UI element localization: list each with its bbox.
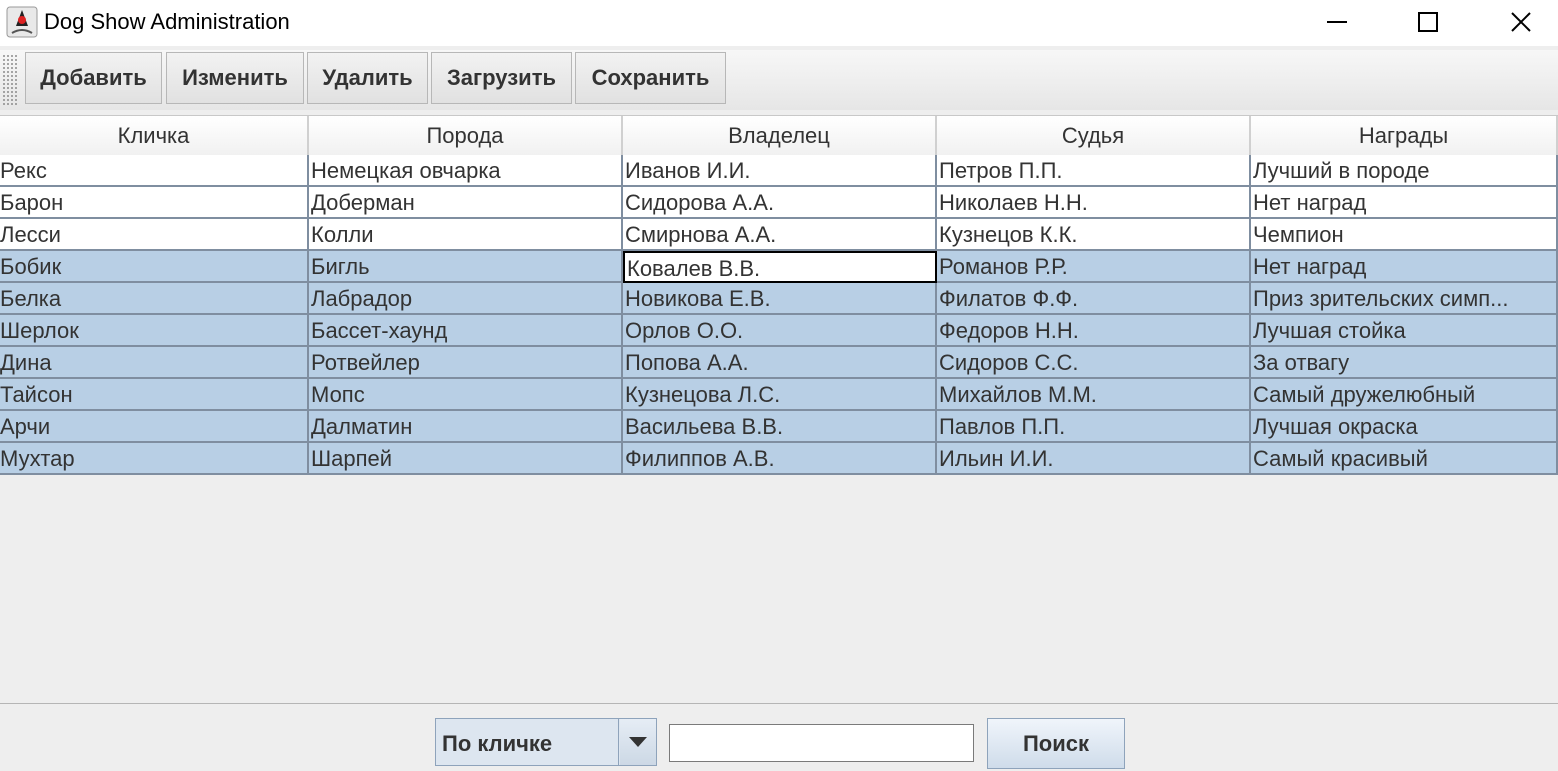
cell-name[interactable]: Бобик <box>0 251 309 283</box>
cell-owner-focused[interactable]: Ковалев В.В. <box>623 251 937 283</box>
chevron-down-icon <box>629 737 647 747</box>
cell-owner[interactable]: Смирнова А.А. <box>623 219 937 251</box>
cell-breed[interactable]: Колли <box>309 219 623 251</box>
cell-breed[interactable]: Бигль <box>309 251 623 283</box>
cell-name[interactable]: Барон <box>0 187 309 219</box>
cell-name[interactable]: Тайсон <box>0 379 309 411</box>
cell-breed[interactable]: Далматин <box>309 411 623 443</box>
column-header-awards[interactable]: Награды <box>1251 116 1558 155</box>
table-row[interactable]: Арчи Далматин Васильева В.В. Павлов П.П.… <box>0 411 1558 443</box>
bottom-separator <box>0 703 1558 704</box>
cell-judge[interactable]: Сидоров С.С. <box>937 347 1251 379</box>
table-row[interactable]: Лесси Колли Смирнова А.А. Кузнецов К.К. … <box>0 219 1558 251</box>
cell-awards[interactable]: Нет наград <box>1251 251 1558 283</box>
cell-owner[interactable]: Васильева В.В. <box>623 411 937 443</box>
save-button[interactable]: Сохранить <box>575 52 726 104</box>
cell-breed[interactable]: Шарпей <box>309 443 623 475</box>
dropdown-arrow-button[interactable] <box>620 719 656 765</box>
cell-owner[interactable]: Филиппов А.В. <box>623 443 937 475</box>
cell-judge[interactable]: Павлов П.П. <box>937 411 1251 443</box>
cell-judge[interactable]: Петров П.П. <box>937 155 1251 187</box>
search-mode-value[interactable]: По кличке <box>436 719 619 765</box>
table-header: Кличка Порода Владелец Судья Награды <box>0 115 1558 155</box>
cell-awards[interactable]: Самый дружелюбный <box>1251 379 1558 411</box>
table-row[interactable]: Дина Ротвейлер Попова А.А. Сидоров С.С. … <box>0 347 1558 379</box>
cell-awards[interactable]: Лучшая окраска <box>1251 411 1558 443</box>
table-row[interactable]: Барон Доберман Сидорова А.А. Николаев Н.… <box>0 187 1558 219</box>
cell-breed[interactable]: Ротвейлер <box>309 347 623 379</box>
cell-awards[interactable]: Самый красивый <box>1251 443 1558 475</box>
column-header-name[interactable]: Кличка <box>0 116 309 155</box>
cell-name[interactable]: Белка <box>0 283 309 315</box>
cell-owner[interactable]: Кузнецова Л.С. <box>623 379 937 411</box>
table-row[interactable]: Рекс Немецкая овчарка Иванов И.И. Петров… <box>0 155 1558 187</box>
minimize-button[interactable] <box>1307 0 1367 44</box>
cell-judge[interactable]: Кузнецов К.К. <box>937 219 1251 251</box>
cell-owner[interactable]: Сидорова А.А. <box>623 187 937 219</box>
column-header-breed[interactable]: Порода <box>309 116 623 155</box>
table-row[interactable]: Тайсон Мопс Кузнецова Л.С. Михайлов М.М.… <box>0 379 1558 411</box>
search-input[interactable] <box>669 724 974 762</box>
column-header-owner[interactable]: Владелец <box>623 116 937 155</box>
cell-owner[interactable]: Попова А.А. <box>623 347 937 379</box>
cell-owner[interactable]: Новикова Е.В. <box>623 283 937 315</box>
title-bar: Dog Show Administration <box>0 0 1558 46</box>
cell-judge[interactable]: Филатов Ф.Ф. <box>937 283 1251 315</box>
cell-awards[interactable]: За отвагу <box>1251 347 1558 379</box>
cell-name[interactable]: Рекс <box>0 155 309 187</box>
cell-breed[interactable]: Немецкая овчарка <box>309 155 623 187</box>
cell-name[interactable]: Шерлок <box>0 315 309 347</box>
search-mode-select[interactable]: По кличке <box>435 718 657 766</box>
add-button[interactable]: Добавить <box>25 52 162 104</box>
search-button[interactable]: Поиск <box>987 718 1125 769</box>
cell-judge[interactable]: Федоров Н.Н. <box>937 315 1251 347</box>
toolbar-grip-handle[interactable] <box>2 54 18 106</box>
window-title: Dog Show Administration <box>44 9 290 34</box>
cell-awards[interactable]: Приз зрительских симп... <box>1251 283 1558 315</box>
cell-breed[interactable]: Лабрадор <box>309 283 623 315</box>
maximize-button[interactable] <box>1398 0 1458 44</box>
column-header-judge[interactable]: Судья <box>937 116 1251 155</box>
cell-name[interactable]: Дина <box>0 347 309 379</box>
table-row[interactable]: Бобик Бигль Ковалев В.В. Романов Р.Р. Не… <box>0 251 1558 283</box>
cell-awards[interactable]: Лучшая стойка <box>1251 315 1558 347</box>
cell-judge[interactable]: Ильин И.И. <box>937 443 1251 475</box>
maximize-icon <box>1418 12 1438 32</box>
cell-name[interactable]: Мухтар <box>0 443 309 475</box>
cell-breed[interactable]: Мопс <box>309 379 623 411</box>
delete-button[interactable]: Удалить <box>307 52 428 104</box>
cell-awards[interactable]: Чемпион <box>1251 219 1558 251</box>
table-row[interactable]: Белка Лабрадор Новикова Е.В. Филатов Ф.Ф… <box>0 283 1558 315</box>
minimize-icon <box>1327 21 1347 23</box>
edit-button[interactable]: Изменить <box>166 52 304 104</box>
close-icon <box>1511 12 1531 32</box>
cell-name[interactable]: Арчи <box>0 411 309 443</box>
close-button[interactable] <box>1491 0 1551 44</box>
cell-judge[interactable]: Михайлов М.М. <box>937 379 1251 411</box>
cell-awards[interactable]: Нет наград <box>1251 187 1558 219</box>
cell-judge[interactable]: Николаев Н.Н. <box>937 187 1251 219</box>
load-button[interactable]: Загрузить <box>431 52 572 104</box>
table-row[interactable]: Шерлок Бассет-хаунд Орлов О.О. Федоров Н… <box>0 315 1558 347</box>
cell-name[interactable]: Лесси <box>0 219 309 251</box>
cell-owner[interactable]: Иванов И.И. <box>623 155 937 187</box>
cell-awards[interactable]: Лучший в породе <box>1251 155 1558 187</box>
cell-breed[interactable]: Бассет-хаунд <box>309 315 623 347</box>
java-duke-icon <box>6 6 38 38</box>
table-row[interactable]: Мухтар Шарпей Филиппов А.В. Ильин И.И. С… <box>0 443 1558 475</box>
cell-owner[interactable]: Орлов О.О. <box>623 315 937 347</box>
toolbar: Добавить Изменить Удалить Загрузить Сохр… <box>0 50 1558 110</box>
cell-judge[interactable]: Романов Р.Р. <box>937 251 1251 283</box>
cell-breed[interactable]: Доберман <box>309 187 623 219</box>
